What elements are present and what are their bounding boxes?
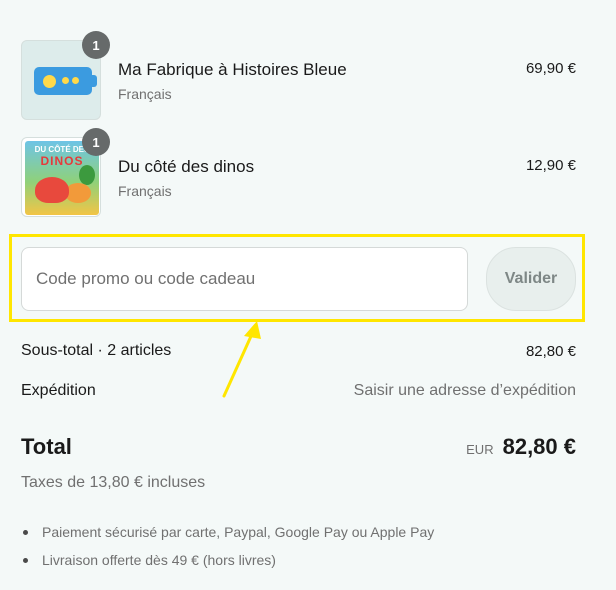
subtotal-value: 82,80 € bbox=[525, 343, 576, 360]
total-amount: EUR 82,80 € bbox=[466, 434, 576, 460]
total-value: 82,80 € bbox=[502, 434, 576, 459]
checkout-summary: 1 Ma Fabrique à Histoires Bleue Français… bbox=[0, 0, 616, 590]
perks-list: Paiement sécurisé par carte, Paypal, Goo… bbox=[21, 522, 434, 578]
currency-code: EUR bbox=[466, 442, 494, 457]
perk-item: Paiement sécurisé par carte, Paypal, Goo… bbox=[21, 522, 434, 550]
shipping-label: Expédition bbox=[21, 382, 96, 399]
bullet-icon bbox=[23, 530, 28, 535]
subtotal-label: Sous-total · 2 articles bbox=[21, 342, 172, 359]
annotation-arrow bbox=[222, 321, 261, 398]
perk-item: Livraison offerte dès 49 € (hors livres) bbox=[21, 550, 434, 578]
bullet-icon bbox=[23, 558, 28, 563]
total-label: Total bbox=[21, 434, 72, 459]
shipping-value: Saisir une adresse d’expédition bbox=[353, 382, 576, 399]
tax-info: Taxes de 13,80 € incluses bbox=[21, 474, 206, 491]
